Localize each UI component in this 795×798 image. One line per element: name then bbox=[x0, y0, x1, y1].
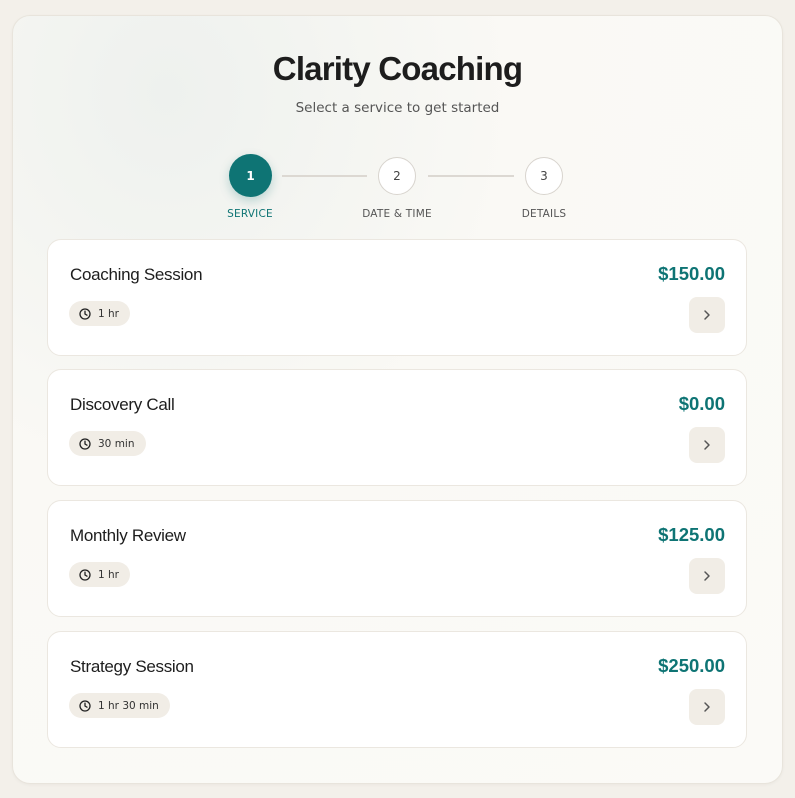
service-price: $150.00 bbox=[658, 263, 725, 284]
select-service-button[interactable] bbox=[689, 689, 725, 725]
step-3-circle: 3 bbox=[525, 157, 563, 195]
duration-label: 30 min bbox=[98, 437, 135, 450]
step-3-label: DETAILS bbox=[521, 208, 567, 220]
service-card-strategy-session[interactable]: Strategy Session $250.00 1 hr 30 min bbox=[47, 631, 747, 748]
service-price: $125.00 bbox=[658, 524, 725, 545]
service-card-coaching-session[interactable]: Coaching Session $150.00 1 hr bbox=[47, 239, 747, 356]
select-service-button[interactable] bbox=[689, 427, 725, 463]
select-service-button[interactable] bbox=[689, 297, 725, 333]
clock-icon bbox=[79, 437, 91, 450]
duration-label: 1 hr 30 min bbox=[98, 699, 159, 712]
service-price: $250.00 bbox=[658, 655, 725, 676]
clock-icon bbox=[79, 699, 91, 712]
duration-label: 1 hr bbox=[98, 307, 119, 320]
step-1-circle: 1 bbox=[229, 154, 272, 197]
clock-icon bbox=[79, 307, 91, 320]
step-connector bbox=[428, 175, 514, 177]
select-service-button[interactable] bbox=[689, 558, 725, 594]
service-card-monthly-review[interactable]: Monthly Review $125.00 1 hr bbox=[47, 500, 747, 617]
service-name: Strategy Session bbox=[70, 657, 194, 676]
step-2-label: DATE & TIME bbox=[362, 208, 432, 220]
duration-label: 1 hr bbox=[98, 568, 119, 581]
duration-badge: 30 min bbox=[69, 431, 146, 456]
service-price: $0.00 bbox=[678, 393, 725, 414]
duration-badge: 1 hr bbox=[69, 562, 130, 587]
service-name: Monthly Review bbox=[70, 526, 186, 545]
chevron-right-icon bbox=[704, 440, 710, 450]
chevron-right-icon bbox=[704, 571, 710, 581]
duration-badge: 1 hr 30 min bbox=[69, 693, 170, 718]
step-2-circle: 2 bbox=[378, 157, 416, 195]
clock-icon bbox=[79, 568, 91, 581]
chevron-right-icon bbox=[704, 702, 710, 712]
service-name: Discovery Call bbox=[70, 395, 175, 414]
service-name: Coaching Session bbox=[70, 265, 203, 284]
service-card-discovery-call[interactable]: Discovery Call $0.00 30 min bbox=[47, 369, 747, 486]
duration-badge: 1 hr bbox=[69, 301, 130, 326]
step-1-label: SERVICE bbox=[227, 208, 273, 220]
chevron-right-icon bbox=[704, 310, 710, 320]
step-connector bbox=[282, 175, 367, 177]
booking-stepper: 1 2 3 SERVICE DATE & TIME DETAILS bbox=[0, 0, 795, 240]
